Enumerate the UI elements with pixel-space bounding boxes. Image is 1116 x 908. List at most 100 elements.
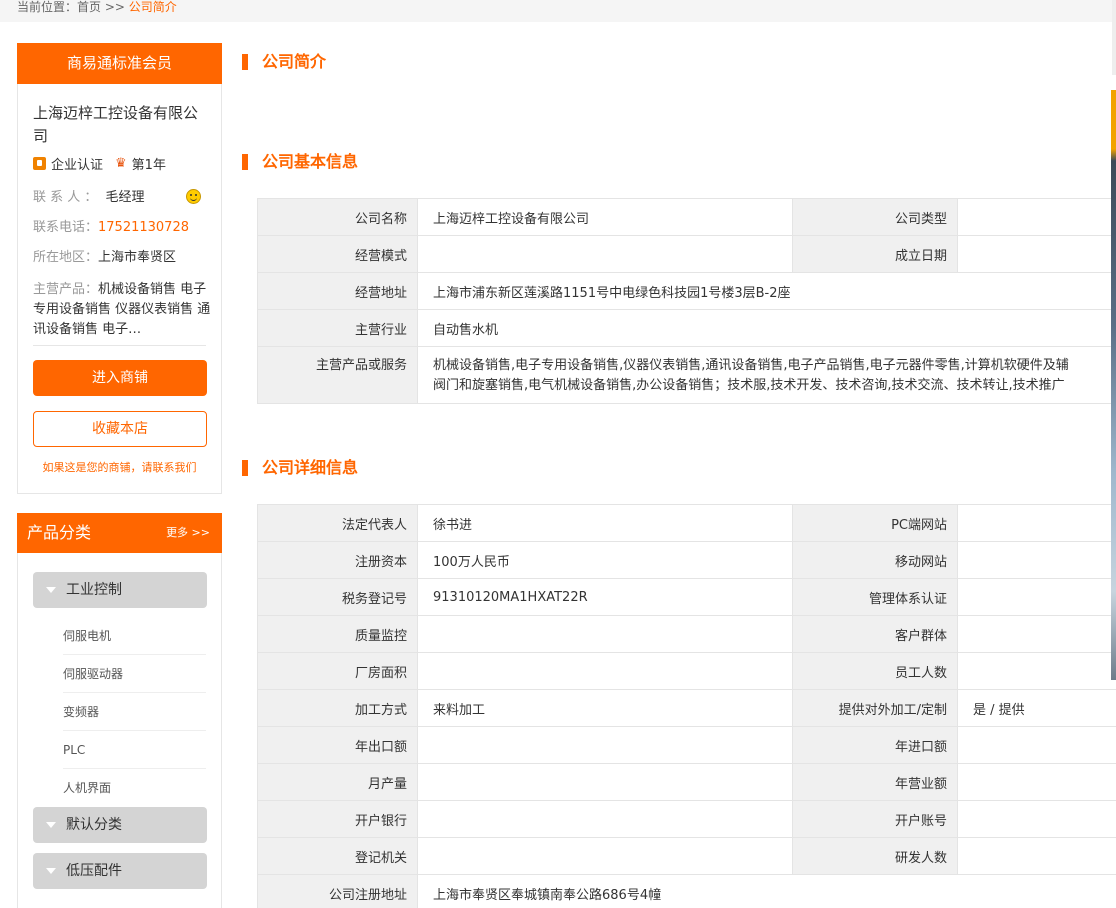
field-value bbox=[957, 198, 1116, 236]
breadcrumb-prefix: 当前位置： bbox=[17, 0, 78, 14]
claim-shop-link[interactable]: 如果这是您的商铺，请联系我们 bbox=[18, 459, 221, 475]
field-label: 公司类型 bbox=[792, 198, 958, 236]
field-label: 登记机关 bbox=[257, 837, 418, 875]
breadcrumb-separator: >> bbox=[101, 0, 129, 14]
field-value bbox=[417, 800, 793, 838]
detail-info-table: 法定代表人 徐书进 PC端网站 注册资本 100万人民币 移动网站 税务登记号 … bbox=[257, 504, 1116, 908]
table-row: 登记机关 研发人数 bbox=[257, 837, 1116, 875]
category-item[interactable]: 伺服驱动器 bbox=[63, 655, 206, 693]
field-label: 公司注册地址 bbox=[257, 874, 418, 908]
breadcrumb-current: 公司简介 bbox=[128, 0, 177, 14]
contact-row: 联 系 人 ： 毛经理 bbox=[33, 189, 145, 207]
favorite-shop-button[interactable]: 收藏本店 bbox=[33, 411, 207, 447]
field-value bbox=[957, 235, 1116, 273]
region-row: 所在地区：上海市奉贤区 bbox=[33, 249, 176, 267]
products-line-1: 机械设备销售,电子专用设备销售,仪器仪表销售,通讯设备销售,电子产品销售,电子元… bbox=[433, 358, 1069, 373]
field-value: 来料加工 bbox=[417, 689, 793, 727]
field-label: 月产量 bbox=[257, 763, 418, 801]
field-value bbox=[957, 652, 1116, 690]
field-value bbox=[957, 578, 1116, 616]
category-group-label: 默认分类 bbox=[66, 817, 122, 833]
table-row: 月产量 年营业额 bbox=[257, 763, 1116, 801]
category-item[interactable]: PLC bbox=[63, 731, 206, 769]
category-item[interactable]: 伺服电机 bbox=[63, 617, 206, 655]
category-group-default[interactable]: 默认分类 bbox=[33, 807, 207, 843]
contact-value: 毛经理 bbox=[105, 190, 145, 205]
field-value bbox=[957, 541, 1116, 579]
field-value: 上海市浦东新区莲溪路1151号中电绿色科技园1号楼3层B-2座 bbox=[417, 272, 1116, 310]
product-category-card: 产品分类 更多 >> 工业控制 伺服电机 伺服驱动器 变频器 PLC 人机界面 … bbox=[17, 513, 222, 908]
table-row: 厂房面积 员工人数 bbox=[257, 652, 1116, 690]
field-value: 是 / 提供 bbox=[957, 689, 1116, 727]
table-row: 经营地址 上海市浦东新区莲溪路1151号中电绿色科技园1号楼3层B-2座 bbox=[257, 272, 1116, 310]
field-label: 公司名称 bbox=[257, 198, 418, 236]
field-label: 移动网站 bbox=[792, 541, 958, 579]
seller-company-name[interactable]: 上海迈梓工控设备有限公司 bbox=[33, 102, 208, 148]
year-label: 第1年 bbox=[131, 158, 166, 173]
table-row: 税务登记号 91310120MA1HXAT22R 管理体系认证 bbox=[257, 578, 1116, 616]
enter-shop-button[interactable]: 进入商铺 bbox=[33, 360, 207, 396]
section-title-detail: 公司详细信息 bbox=[242, 458, 358, 478]
field-label: 注册资本 bbox=[257, 541, 418, 579]
field-label: 税务登记号 bbox=[257, 578, 418, 616]
table-row: 经营模式 成立日期 bbox=[257, 235, 1116, 273]
category-group-industrial-control[interactable]: 工业控制 bbox=[33, 572, 207, 608]
category-group-label: 工业控制 bbox=[66, 582, 122, 598]
side-banner-image[interactable] bbox=[1111, 90, 1116, 680]
field-label: 年营业额 bbox=[792, 763, 958, 801]
table-row: 注册资本 100万人民币 移动网站 bbox=[257, 541, 1116, 579]
field-value bbox=[417, 235, 793, 273]
caret-down-icon bbox=[46, 587, 56, 593]
chat-smiley-icon[interactable] bbox=[186, 189, 201, 204]
field-label: 经营模式 bbox=[257, 235, 418, 273]
field-label: 开户银行 bbox=[257, 800, 418, 838]
field-value bbox=[957, 615, 1116, 653]
field-value bbox=[417, 763, 793, 801]
region-label: 所在地区： bbox=[33, 250, 99, 265]
field-label: 研发人数 bbox=[792, 837, 958, 875]
field-value bbox=[417, 652, 793, 690]
field-label: 经营地址 bbox=[257, 272, 418, 310]
region-value: 上海市奉贤区 bbox=[98, 250, 177, 265]
table-row: 法定代表人 徐书进 PC端网站 bbox=[257, 504, 1116, 542]
field-value bbox=[957, 837, 1116, 875]
field-value: 上海市奉贤区奉城镇南奉公路686号4幢 bbox=[417, 874, 1116, 908]
products-line-2: 阀门和旋塞销售,电气机械设备销售,办公设备销售；技术服,技术开发、技术咨询,技术… bbox=[433, 378, 1065, 393]
table-row: 质量监控 客户群体 bbox=[257, 615, 1116, 653]
divider bbox=[33, 345, 206, 346]
field-label: PC端网站 bbox=[792, 504, 958, 542]
section-title-basic: 公司基本信息 bbox=[242, 152, 358, 172]
field-label: 质量监控 bbox=[257, 615, 418, 653]
field-label: 提供对外加工/定制 bbox=[792, 689, 958, 727]
seller-card: 商易通标准会员 上海迈梓工控设备有限公司 企业认证 ♛ 第1年 联 系 人 ： … bbox=[17, 43, 222, 494]
category-group-low-voltage[interactable]: 低压配件 bbox=[33, 853, 207, 889]
category-group-label: 低压配件 bbox=[66, 863, 122, 879]
table-row: 开户银行 开户账号 bbox=[257, 800, 1116, 838]
field-label: 客户群体 bbox=[792, 615, 958, 653]
phone-value: 17521130728 bbox=[98, 220, 189, 235]
table-row: 公司名称 上海迈梓工控设备有限公司 公司类型 bbox=[257, 198, 1116, 236]
field-value: 机械设备销售,电子专用设备销售,仪器仪表销售,通讯设备销售,电子产品销售,电子元… bbox=[417, 346, 1116, 404]
products-label: 主营产品： bbox=[33, 282, 99, 297]
category-item[interactable]: 人机界面 bbox=[63, 769, 206, 807]
caret-down-icon bbox=[46, 822, 56, 828]
field-label: 加工方式 bbox=[257, 689, 418, 727]
breadcrumb-home-link[interactable]: 首页 bbox=[77, 0, 101, 14]
category-item[interactable]: 变频器 bbox=[63, 693, 206, 731]
page-edge bbox=[1112, 0, 1116, 75]
table-row: 加工方式 来料加工 提供对外加工/定制 是 / 提供 bbox=[257, 689, 1116, 727]
table-row: 年出口额 年进口额 bbox=[257, 726, 1116, 764]
field-label: 年进口额 bbox=[792, 726, 958, 764]
field-value bbox=[417, 615, 793, 653]
field-label: 管理体系认证 bbox=[792, 578, 958, 616]
category-header: 产品分类 更多 >> bbox=[17, 513, 222, 553]
category-more-link[interactable]: 更多 >> bbox=[166, 513, 210, 553]
field-value bbox=[417, 726, 793, 764]
category-title: 产品分类 bbox=[27, 523, 92, 542]
field-value bbox=[417, 837, 793, 875]
verified-company-icon bbox=[33, 157, 46, 170]
seller-badges: 企业认证 ♛ 第1年 bbox=[33, 154, 166, 173]
field-label: 年出口额 bbox=[257, 726, 418, 764]
field-value bbox=[957, 504, 1116, 542]
field-value: 100万人民币 bbox=[417, 541, 793, 579]
